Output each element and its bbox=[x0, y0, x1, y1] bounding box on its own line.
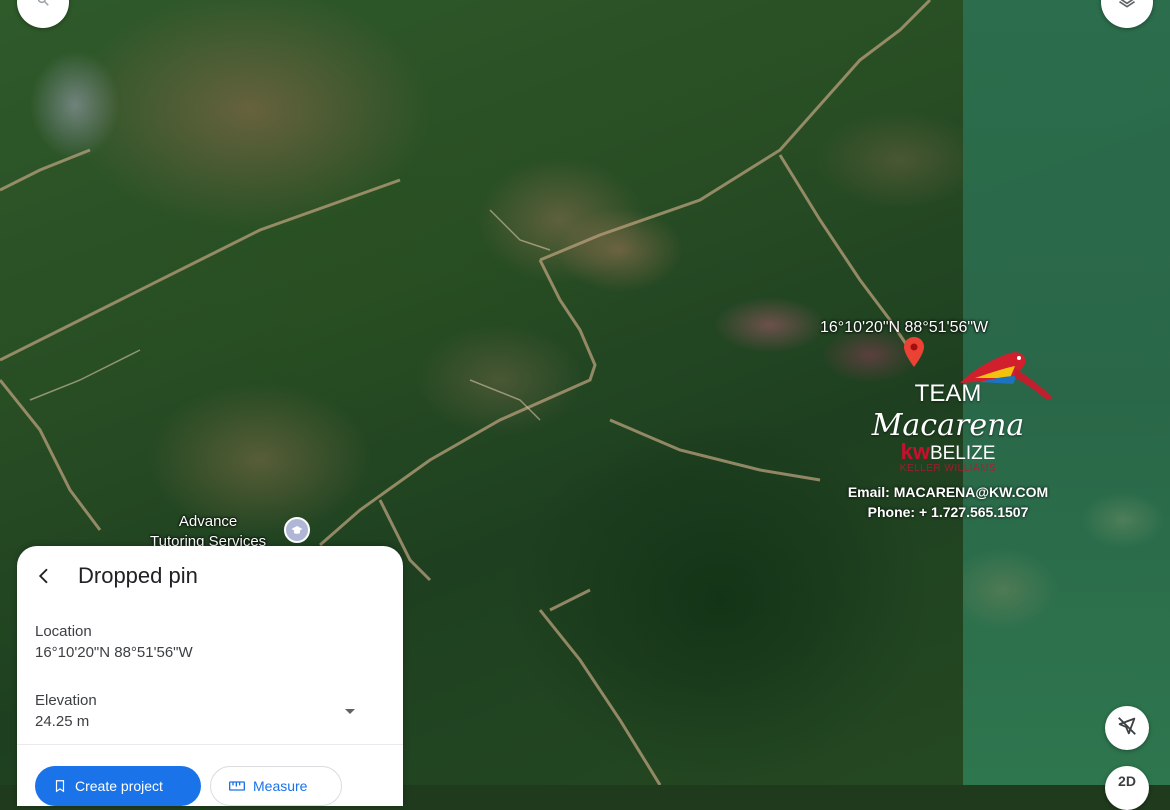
bookmark-icon bbox=[55, 780, 65, 793]
create-project-button[interactable]: Create project bbox=[35, 766, 201, 806]
location-label: Location bbox=[35, 623, 92, 640]
team-title: TEAM Macarena bbox=[843, 380, 1053, 443]
school-icon[interactable] bbox=[284, 517, 310, 543]
contact-email: Email: MACARENA@KW.COM bbox=[847, 484, 1049, 500]
ruler-icon bbox=[229, 781, 245, 791]
caret-down-icon bbox=[345, 709, 355, 714]
back-button[interactable] bbox=[29, 561, 59, 591]
panel-divider bbox=[17, 744, 403, 745]
measure-label: Measure bbox=[253, 778, 308, 794]
panel-title: Dropped pin bbox=[78, 563, 198, 588]
location-value[interactable]: 16°10'20"N 88°51'56"W bbox=[35, 644, 193, 661]
create-project-label: Create project bbox=[75, 778, 163, 794]
view-toggle-label: 2D bbox=[1118, 773, 1136, 789]
pin-coordinate-label: 16°10'20"N 88°51'56"W bbox=[820, 319, 989, 336]
realtor-watermark: TEAM Macarena kwBELIZE KELLER WILLIAMS E… bbox=[843, 380, 1053, 520]
elevation-dropdown[interactable] bbox=[343, 704, 357, 718]
kw-mark: kw bbox=[900, 439, 930, 464]
poi-name-line1: Advance bbox=[178, 513, 238, 530]
panel-header: Dropped pin bbox=[17, 546, 403, 606]
elevation-value: 24.25 m bbox=[35, 713, 90, 730]
location-off-icon bbox=[1116, 715, 1138, 742]
search-icon bbox=[36, 0, 50, 12]
back-arrow-icon bbox=[38, 568, 48, 584]
elevation-label: Elevation bbox=[35, 692, 97, 709]
measure-button[interactable]: Measure bbox=[210, 766, 342, 806]
dropped-pin-panel: Dropped pin Location 16°10'20"N 88°51'56… bbox=[17, 546, 403, 806]
belize-word: BELIZE bbox=[929, 443, 996, 464]
view-toggle-button[interactable]: 2D bbox=[1105, 766, 1149, 810]
team-word: TEAM bbox=[914, 380, 982, 407]
contact-phone: Phone: + 1.727.565.1507 bbox=[867, 504, 1029, 520]
location-off-button[interactable] bbox=[1105, 706, 1149, 750]
layers-icon bbox=[1117, 0, 1137, 15]
map-pin-icon bbox=[904, 337, 924, 367]
dropped-pin-marker[interactable] bbox=[904, 337, 924, 372]
team-script: Macarena bbox=[871, 408, 1025, 443]
keller-williams-text: KELLER WILLIAMS bbox=[899, 463, 997, 474]
